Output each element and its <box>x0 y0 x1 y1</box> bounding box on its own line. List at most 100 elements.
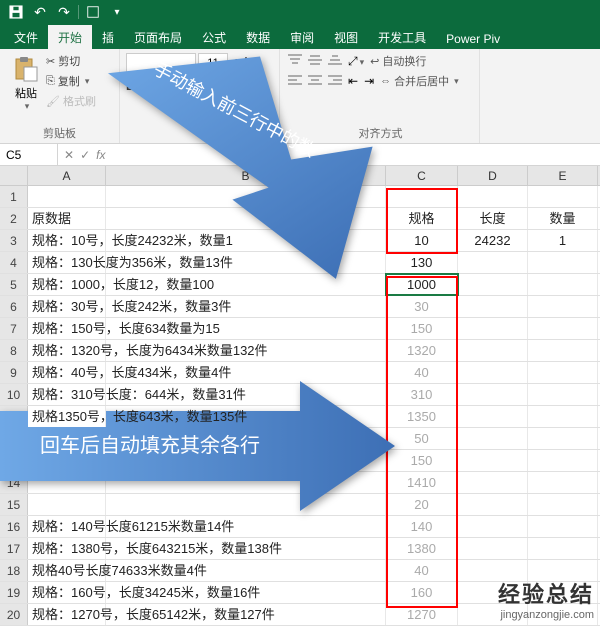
cell-C6[interactable]: 30 <box>386 296 458 317</box>
row-header[interactable]: 8 <box>0 340 28 361</box>
cell-C8[interactable]: 1320 <box>386 340 458 361</box>
cell-D17[interactable] <box>458 538 528 559</box>
cell-E13[interactable] <box>528 450 598 471</box>
fx-confirm-icon[interactable]: ✓ <box>80 148 90 162</box>
row-header[interactable]: 17 <box>0 538 28 559</box>
paste-button[interactable]: 粘贴 ▾ <box>6 51 46 123</box>
row-header[interactable]: 6 <box>0 296 28 317</box>
cell-A7[interactable]: 规格：150号，长度634数量为15 <box>28 318 106 339</box>
cell-C19[interactable]: 160 <box>386 582 458 603</box>
row-header[interactable]: 5 <box>0 274 28 295</box>
fx-cancel-icon[interactable]: ✕ <box>64 148 74 162</box>
cell-A16[interactable]: 规格：140号长度61215米数量14件 <box>28 516 106 537</box>
row-header[interactable]: 16 <box>0 516 28 537</box>
cell-D7[interactable] <box>458 318 528 339</box>
cell-A20[interactable]: 规格：1270号，长度65142米，数量127件 <box>28 604 106 625</box>
col-header-A[interactable]: A <box>28 166 106 185</box>
cell-E11[interactable] <box>528 406 598 427</box>
row-header[interactable]: 1 <box>0 186 28 207</box>
cell-A10[interactable]: 规格：310号长度：644米，数量31件 <box>28 384 106 405</box>
cell-C17[interactable]: 1380 <box>386 538 458 559</box>
tab-powerpivot[interactable]: Power Piv <box>436 28 510 49</box>
tab-data[interactable]: 数据 <box>236 25 280 49</box>
format-painter-button[interactable]: 🖌格式刷 <box>46 93 96 109</box>
cell-C9[interactable]: 40 <box>386 362 458 383</box>
cell-E10[interactable] <box>528 384 598 405</box>
cell-D4[interactable] <box>458 252 528 273</box>
cell-E2[interactable]: 数量 <box>528 208 598 229</box>
cell-D6[interactable] <box>458 296 528 317</box>
cell-E5[interactable] <box>528 274 598 295</box>
cell-A1[interactable] <box>28 186 106 207</box>
row-header[interactable]: 9 <box>0 362 28 383</box>
row-header[interactable]: 18 <box>0 560 28 581</box>
col-header-D[interactable]: D <box>458 166 528 185</box>
cell-D12[interactable] <box>458 428 528 449</box>
cell-E9[interactable] <box>528 362 598 383</box>
cell-A3[interactable]: 规格：10号，长度24232米，数量1 <box>28 230 106 251</box>
cell-E12[interactable] <box>528 428 598 449</box>
row-header[interactable]: 7 <box>0 318 28 339</box>
cell-A17[interactable]: 规格：1380号，长度643215米，数量138件 <box>28 538 106 559</box>
name-box[interactable]: C5 <box>0 144 58 165</box>
cell-E15[interactable] <box>528 494 598 515</box>
cell-D11[interactable] <box>458 406 528 427</box>
cell-D9[interactable] <box>458 362 528 383</box>
copy-button[interactable]: ⎘复制▾ <box>46 73 96 89</box>
row-header[interactable]: 4 <box>0 252 28 273</box>
cell-A11[interactable]: 规格1350号，长度643米，数量135件 <box>28 406 106 427</box>
cell-D8[interactable] <box>458 340 528 361</box>
tab-formulas[interactable]: 公式 <box>192 25 236 49</box>
row-header[interactable]: 20 <box>0 604 28 625</box>
cell-A2[interactable]: 原数据 <box>28 208 106 229</box>
qat-more-icon[interactable]: ▾ <box>109 4 125 20</box>
cell-E6[interactable] <box>528 296 598 317</box>
cell-D3[interactable]: 24232 <box>458 230 528 251</box>
cell-D16[interactable] <box>458 516 528 537</box>
select-all-corner[interactable] <box>0 166 28 185</box>
tab-insert[interactable]: 插 <box>92 25 124 49</box>
cell-A19[interactable]: 规格：160号，长度34245米，数量16件 <box>28 582 106 603</box>
cell-D10[interactable] <box>458 384 528 405</box>
spreadsheet-grid[interactable]: A B C D E 12原数据规格长度数量3规格：10号，长度24232米，数量… <box>0 166 600 626</box>
tab-review[interactable]: 审阅 <box>280 25 324 49</box>
cell-A5[interactable]: 规格：1000，长度12，数量100 <box>28 274 106 295</box>
cell-E1[interactable] <box>528 186 598 207</box>
save-icon[interactable] <box>8 4 24 20</box>
cell-A8[interactable]: 规格：1320号，长度为6434米数量132件 <box>28 340 106 361</box>
cell-E8[interactable] <box>528 340 598 361</box>
cell-D5[interactable] <box>458 274 528 295</box>
tab-home[interactable]: 开始 <box>48 25 92 49</box>
cell-A4[interactable]: 规格：130长度为356米，数量13件 <box>28 252 106 273</box>
cell-E17[interactable] <box>528 538 598 559</box>
tab-developer[interactable]: 开发工具 <box>368 25 436 49</box>
tab-file[interactable]: 文件 <box>4 25 48 49</box>
cell-C18[interactable]: 40 <box>386 560 458 581</box>
cell-A18[interactable]: 规格40号长度74633米数量4件 <box>28 560 106 581</box>
cell-A6[interactable]: 规格：30号，长度242米，数量3件 <box>28 296 106 317</box>
cell-E14[interactable] <box>528 472 598 493</box>
cell-E16[interactable] <box>528 516 598 537</box>
cell-C16[interactable]: 140 <box>386 516 458 537</box>
cell-A9[interactable]: 规格：40号，长度434米，数量4件 <box>28 362 106 383</box>
cell-D15[interactable] <box>458 494 528 515</box>
cell-E3[interactable]: 1 <box>528 230 598 251</box>
redo-icon[interactable]: ↷ <box>56 4 72 20</box>
row-header[interactable]: 3 <box>0 230 28 251</box>
cut-button[interactable]: ✂剪切 <box>46 53 96 69</box>
cell-D2[interactable]: 长度 <box>458 208 528 229</box>
touch-mode-icon[interactable] <box>85 4 101 20</box>
tab-page-layout[interactable]: 页面布局 <box>124 25 192 49</box>
cell-D14[interactable] <box>458 472 528 493</box>
cell-D1[interactable] <box>458 186 528 207</box>
cell-C7[interactable]: 150 <box>386 318 458 339</box>
undo-icon[interactable]: ↶ <box>32 4 48 20</box>
cell-D13[interactable] <box>458 450 528 471</box>
tab-view[interactable]: 视图 <box>324 25 368 49</box>
col-header-E[interactable]: E <box>528 166 598 185</box>
row-header[interactable]: 19 <box>0 582 28 603</box>
cell-E7[interactable] <box>528 318 598 339</box>
row-header[interactable]: 2 <box>0 208 28 229</box>
cell-C20[interactable]: 1270 <box>386 604 458 625</box>
cell-E4[interactable] <box>528 252 598 273</box>
